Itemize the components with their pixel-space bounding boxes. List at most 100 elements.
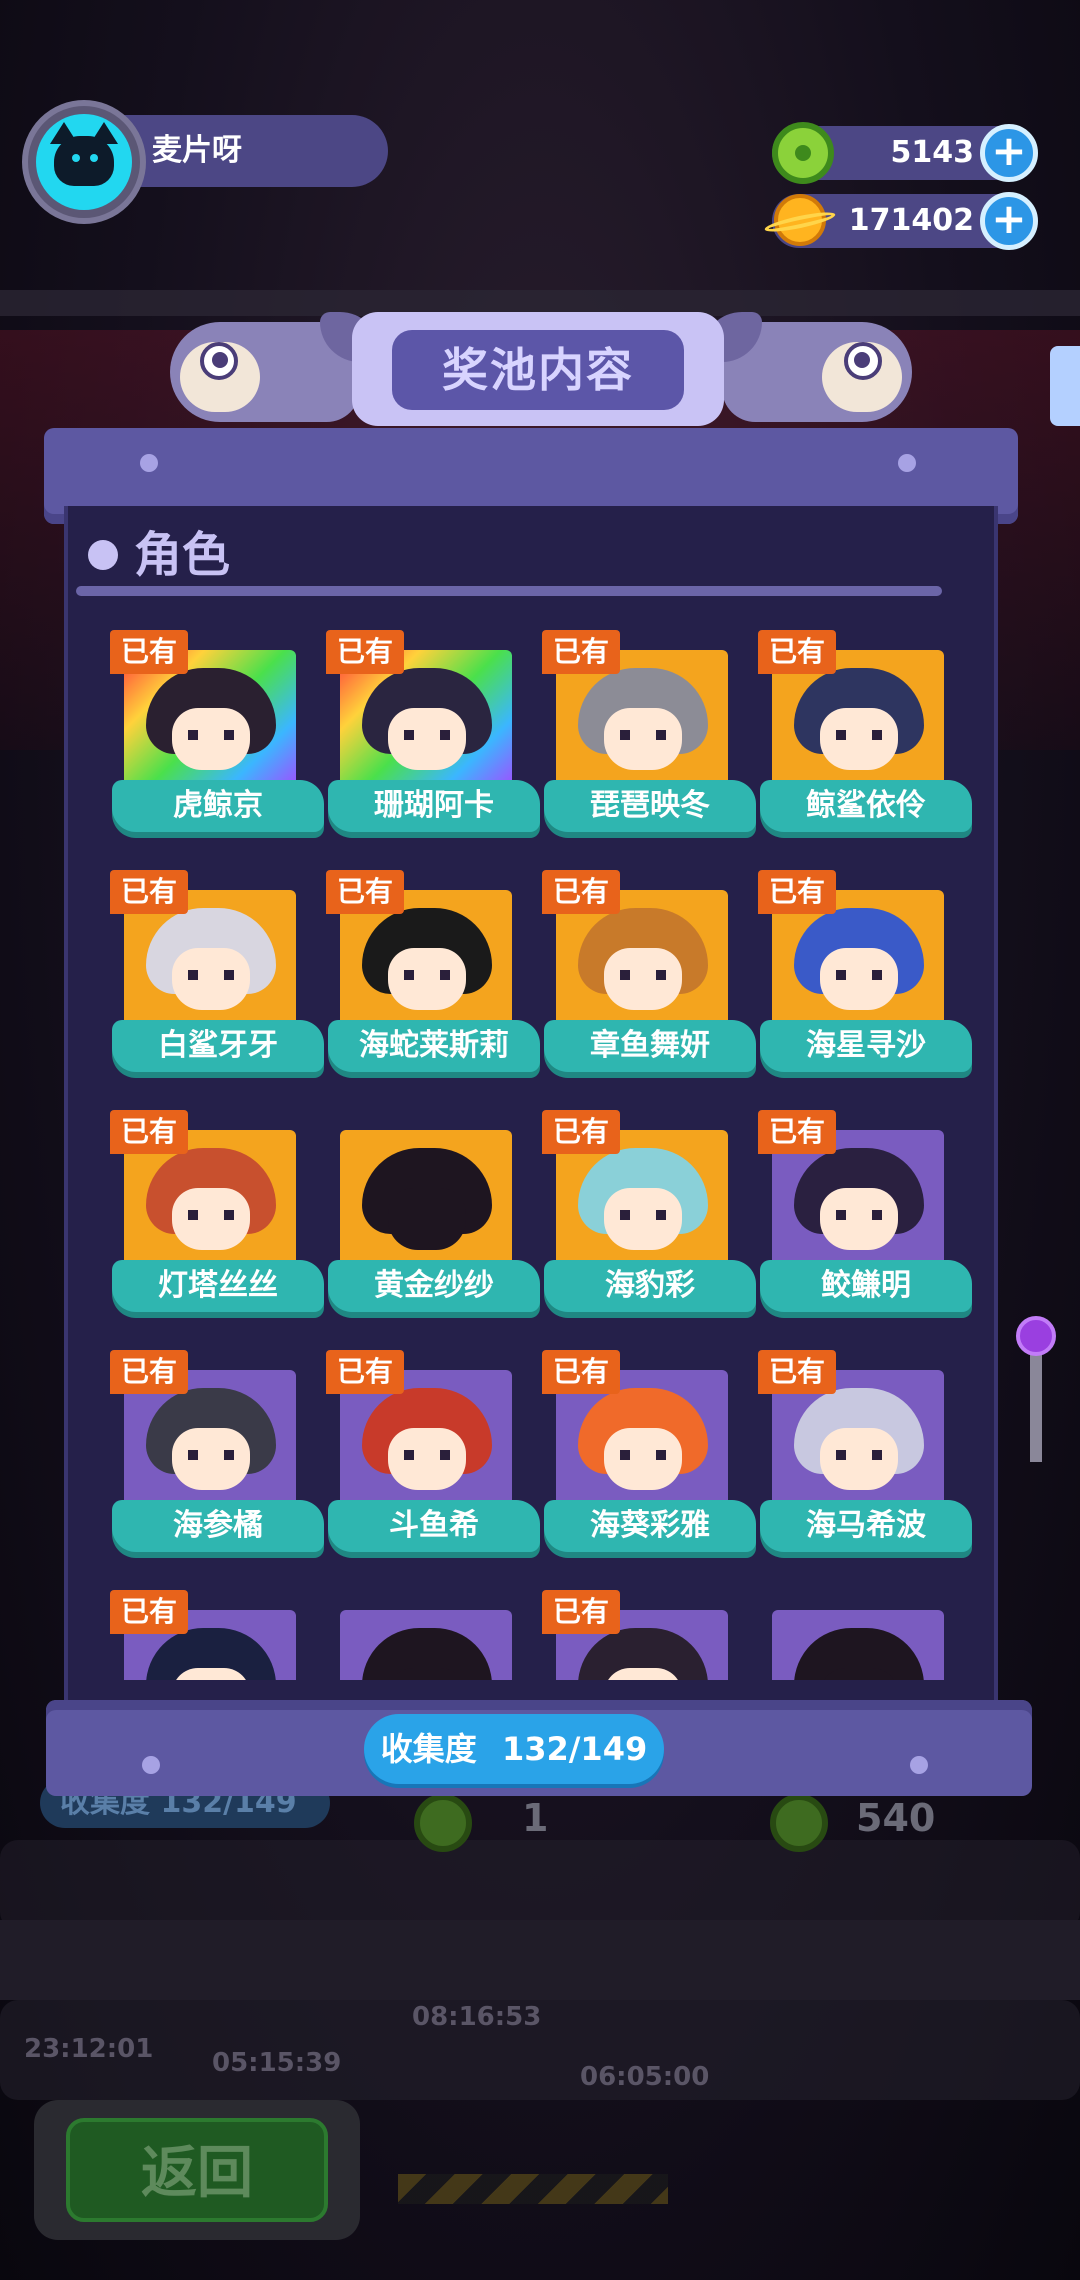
character-name: 斗鱼希 [328,1500,540,1552]
character-eyes [620,970,666,980]
fish-ornament-right [702,312,912,430]
character-card[interactable] [758,1590,958,1680]
side-tab [1050,346,1080,426]
character-card[interactable]: 章鱼舞妍 已有 [542,870,756,1082]
character-card[interactable]: 海星寻沙 已有 [758,870,972,1082]
character-eyes [188,970,234,980]
section-divider [76,586,942,596]
character-name: 海参橘 [112,1500,324,1552]
character-card[interactable]: 斗鱼希 已有 [326,1350,540,1562]
character-name: 黄金纱纱 [328,1260,540,1312]
rivet [142,1756,160,1774]
owned-badge: 已有 [542,1350,620,1394]
background-bottom-bar [0,1920,1080,2000]
character-card[interactable]: 琵琶映冬 已有 [542,630,756,842]
character-eyes [836,730,882,740]
background-timer: 06:05:00 [580,2062,710,2092]
owned-badge: 已有 [758,630,836,674]
character-eyes [836,1450,882,1460]
back-button[interactable]: 返回 [66,2118,328,2222]
donut-coin-icon [772,122,834,184]
character-card[interactable]: 鲛鳒明 已有 [758,1110,972,1322]
character-card[interactable]: 已有 [542,1590,742,1680]
character-card[interactable]: 海马希波 已有 [758,1350,972,1562]
add-planet-button[interactable]: + [980,192,1038,250]
character-card[interactable]: 灯塔丝丝 已有 [110,1110,324,1322]
character-name: 白鲨牙牙 [112,1020,324,1072]
character-card[interactable]: 海蛇莱斯莉 已有 [326,870,540,1082]
owned-badge: 已有 [542,1590,620,1634]
avatar[interactable] [36,114,132,210]
collection-value: 132/149 [501,1730,648,1768]
resource-planet-value: 171402 [848,203,974,238]
owned-badge: 已有 [542,630,620,674]
character-name: 鲛鳒明 [760,1260,972,1312]
planet-coin-icon [763,194,837,250]
character-eyes [620,1450,666,1460]
character-name: 虎鲸京 [112,780,324,832]
add-donut-button[interactable]: + [980,124,1038,182]
character-eyes [620,730,666,740]
background-timer: 05:15:39 [212,2048,342,2078]
character-card[interactable]: 虎鲸京 已有 [110,630,324,842]
page-title: 奖池内容 [392,330,684,410]
character-eyes [404,1450,450,1460]
character-card[interactable]: 白鲨牙牙 已有 [110,870,324,1082]
character-card[interactable] [326,1590,526,1680]
cat-head-icon [54,136,114,186]
character-name: 章鱼舞妍 [544,1020,756,1072]
owned-badge: 已有 [758,1110,836,1154]
owned-badge: 已有 [110,1350,188,1394]
character-card[interactable]: 黄金纱纱 [326,1110,540,1322]
character-name: 海星寻沙 [760,1020,972,1072]
player-name: 麦片呀 [120,115,388,187]
collection-label: 收集度 [380,1730,477,1768]
character-eyes [836,970,882,980]
owned-badge: 已有 [110,1590,188,1634]
character-eyes [620,1210,666,1220]
character-card[interactable]: 海参橘 已有 [110,1350,324,1562]
section-title: 角色 [134,527,231,583]
background-timer: 08:16:53 [412,2002,542,2032]
owned-badge: 已有 [758,1350,836,1394]
character-card[interactable]: 海豹彩 已有 [542,1110,756,1322]
character-card[interactable]: 鲸鲨依伶 已有 [758,630,972,842]
character-eyes [404,970,450,980]
character-eyes [404,1210,450,1220]
character-name: 珊瑚阿卡 [328,780,540,832]
cat-eye [72,154,80,162]
character-card[interactable]: 珊瑚阿卡 已有 [326,630,540,842]
owned-badge: 已有 [542,1110,620,1154]
character-name: 海马希波 [760,1500,972,1552]
character-eyes [836,1210,882,1220]
owned-badge: 已有 [110,630,188,674]
character-name: 海蛇莱斯莉 [328,1020,540,1072]
owned-badge: 已有 [326,630,404,674]
rivet [898,454,916,472]
background-count-left: 1 [522,1796,549,1840]
character-name: 海豹彩 [544,1260,756,1312]
collection-progress: 收集度 132/149 [364,1714,664,1784]
fish-ornament-left [170,312,380,430]
background-coin-icon [414,1794,472,1852]
background-timer: 23:12:01 [24,2034,154,2064]
rivet [140,454,158,472]
background-donut-icon [770,1794,828,1852]
owned-badge: 已有 [758,870,836,914]
resource-donut-value: 5143 [890,135,975,170]
cat-eye [90,154,98,162]
character-grid[interactable]: 虎鲸京 已有 珊瑚阿卡 已有 琵琶映冬 已有 鲸鲨依伶 已有 白鲨牙牙 已有 海蛇莱斯莉 已有 章鱼舞妍… [72,620,988,1680]
owned-badge: 已有 [326,870,404,914]
character-card[interactable]: 已有 [110,1590,310,1680]
background-counter [0,1840,1080,1930]
character-name: 琵琶映冬 [544,780,756,832]
character-name: 灯塔丝丝 [112,1260,324,1312]
character-name: 鲸鲨依伶 [760,780,972,832]
character-eyes [188,1450,234,1460]
character-card[interactable]: 海葵彩雅 已有 [542,1350,756,1562]
rivet [910,1756,928,1774]
owned-badge: 已有 [110,870,188,914]
owned-badge: 已有 [542,870,620,914]
character-eyes [188,1210,234,1220]
hazard-stripes [398,2174,668,2204]
